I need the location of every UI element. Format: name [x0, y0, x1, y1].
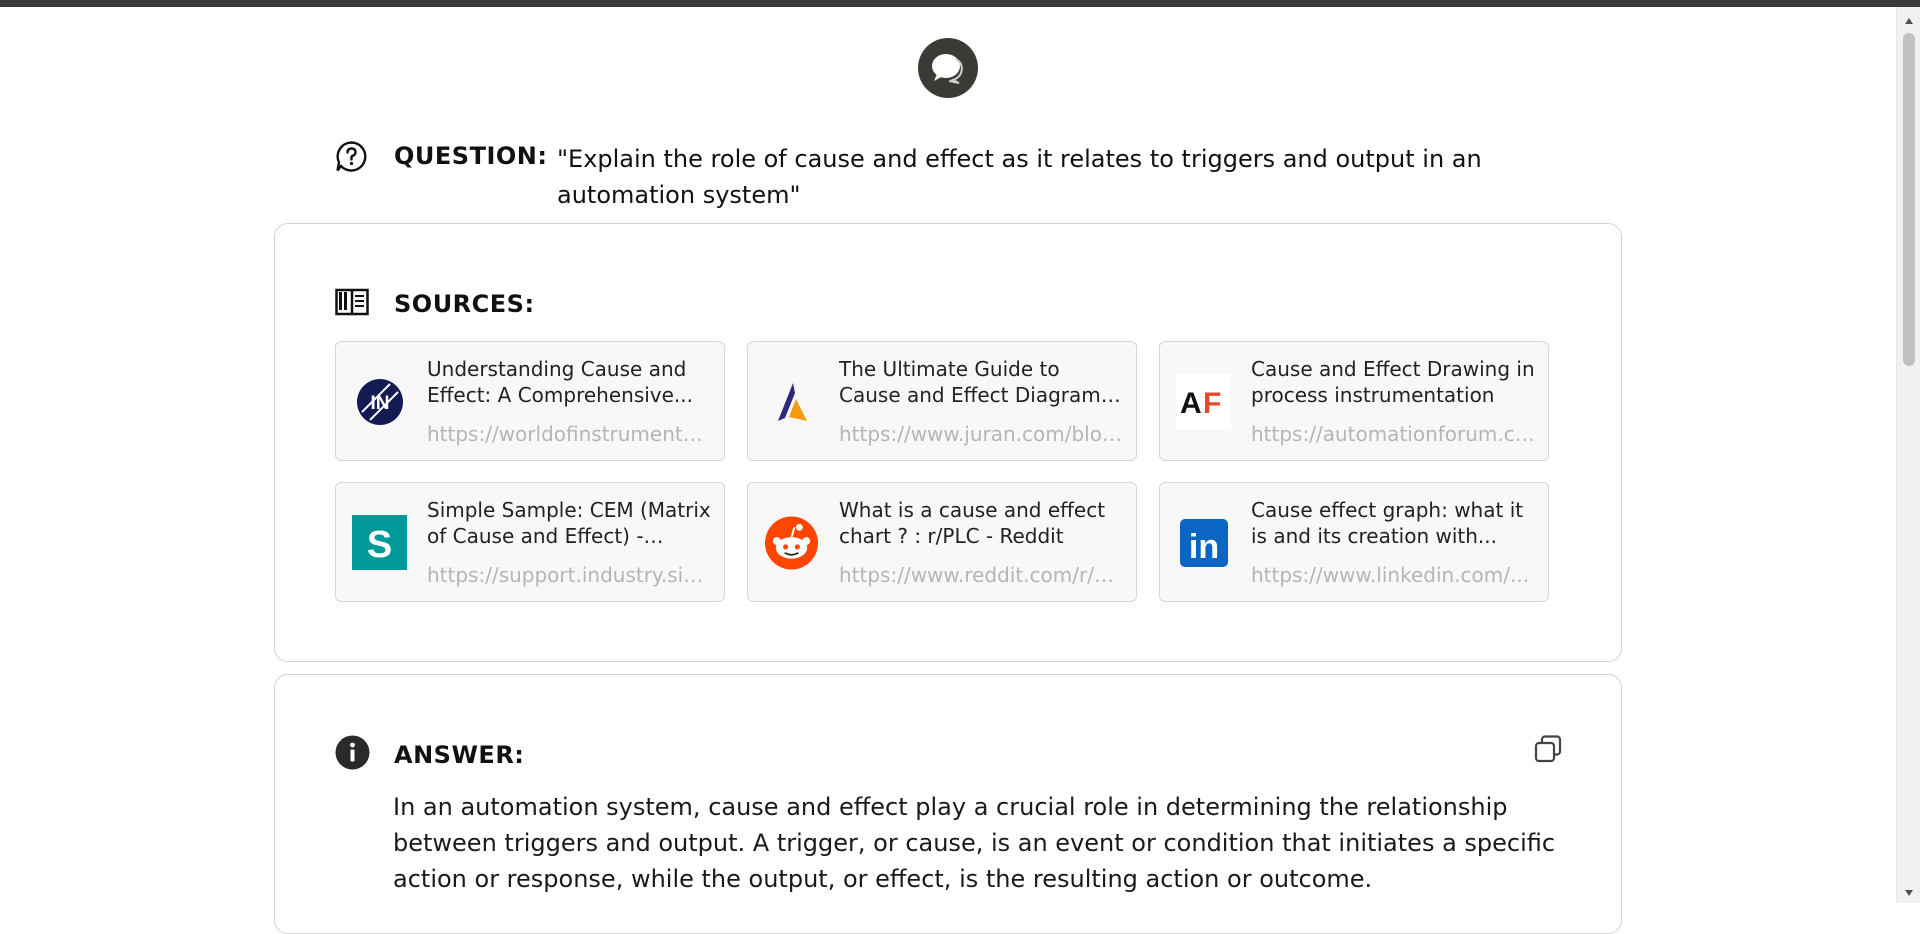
scrollbar-thumb[interactable] [1903, 33, 1915, 366]
answer-text: In an automation system, cause and effec… [393, 793, 1556, 893]
source-title[interactable]: The Ultimate Guide to Cause and Effect D… [839, 356, 1127, 408]
source-url[interactable]: https://automationforum.co/... [1251, 422, 1535, 446]
siemens-logo: S [352, 515, 407, 570]
linkedin-logo: in [1176, 515, 1231, 570]
source-url[interactable]: https://www.linkedin.com/... [1251, 563, 1535, 587]
svg-text:A: A [1180, 387, 1202, 420]
automationforum-logo: A F [1176, 374, 1231, 429]
source-title[interactable]: Cause effect graph: what it is and its c… [1251, 497, 1539, 549]
svg-text:in: in [1188, 528, 1218, 566]
scroll-up-arrow-icon[interactable] [1897, 11, 1920, 31]
browser-top-bar [0, 0, 1920, 7]
copy-icon [1533, 734, 1563, 768]
info-icon [335, 735, 370, 774]
question-text: "Explain the role of cause and effect as… [557, 145, 1482, 209]
source-card[interactable]: IN Understanding Cause and Effect: A Com… [335, 341, 725, 461]
worldofinstrumentation-logo: IN [352, 374, 407, 429]
source-title[interactable]: What is a cause and effect chart ? : r/P… [839, 497, 1127, 549]
svg-text:S: S [367, 524, 392, 566]
chat-logo-icon[interactable] [918, 38, 978, 98]
juran-logo [764, 374, 819, 429]
answer-panel: ANSWER: In an automation system, cause a… [274, 674, 1622, 934]
scroll-down-arrow-icon[interactable] [1897, 883, 1920, 903]
sources-header: SOURCES: [335, 288, 535, 320]
book-icon [335, 288, 369, 320]
svg-text:F: F [1203, 387, 1221, 420]
source-url[interactable]: https://www.reddit.com/r/PLC/... [839, 563, 1123, 587]
source-card[interactable]: in Cause effect graph: what it is and it… [1159, 482, 1549, 602]
sources-label: SOURCES: [394, 290, 535, 318]
source-url[interactable]: https://worldofinstrumentation.com/... [427, 422, 711, 446]
source-card[interactable]: A F Cause and Effect Drawing in process … [1159, 341, 1549, 461]
reddit-logo [764, 515, 819, 570]
source-card[interactable]: What is a cause and effect chart ? : r/P… [747, 482, 1137, 602]
svg-text:IN: IN [370, 393, 389, 414]
vertical-scrollbar[interactable] [1896, 7, 1920, 903]
question-label: QUESTION: [394, 142, 548, 170]
answer-header: ANSWER: [335, 735, 524, 774]
sources-panel: SOURCES: IN Understanding Cause and Effe… [274, 223, 1622, 662]
source-title[interactable]: Simple Sample: CEM (Matrix of Cause and … [427, 497, 715, 549]
source-card[interactable]: The Ultimate Guide to Cause and Effect D… [747, 341, 1137, 461]
source-url[interactable]: https://www.juran.com/blog/... [839, 422, 1123, 446]
source-url[interactable]: https://support.industry.siemens.com/... [427, 563, 711, 587]
copy-button[interactable] [1532, 735, 1564, 767]
source-title[interactable]: Cause and Effect Drawing in process inst… [1251, 356, 1539, 408]
source-title[interactable]: Understanding Cause and Effect: A Compre… [427, 356, 715, 408]
answer-label: ANSWER: [394, 740, 525, 769]
source-cards: IN Understanding Cause and Effect: A Com… [335, 341, 1549, 602]
question-bubble-icon [335, 140, 368, 173]
source-card[interactable]: S Simple Sample: CEM (Matrix of Cause an… [335, 482, 725, 602]
